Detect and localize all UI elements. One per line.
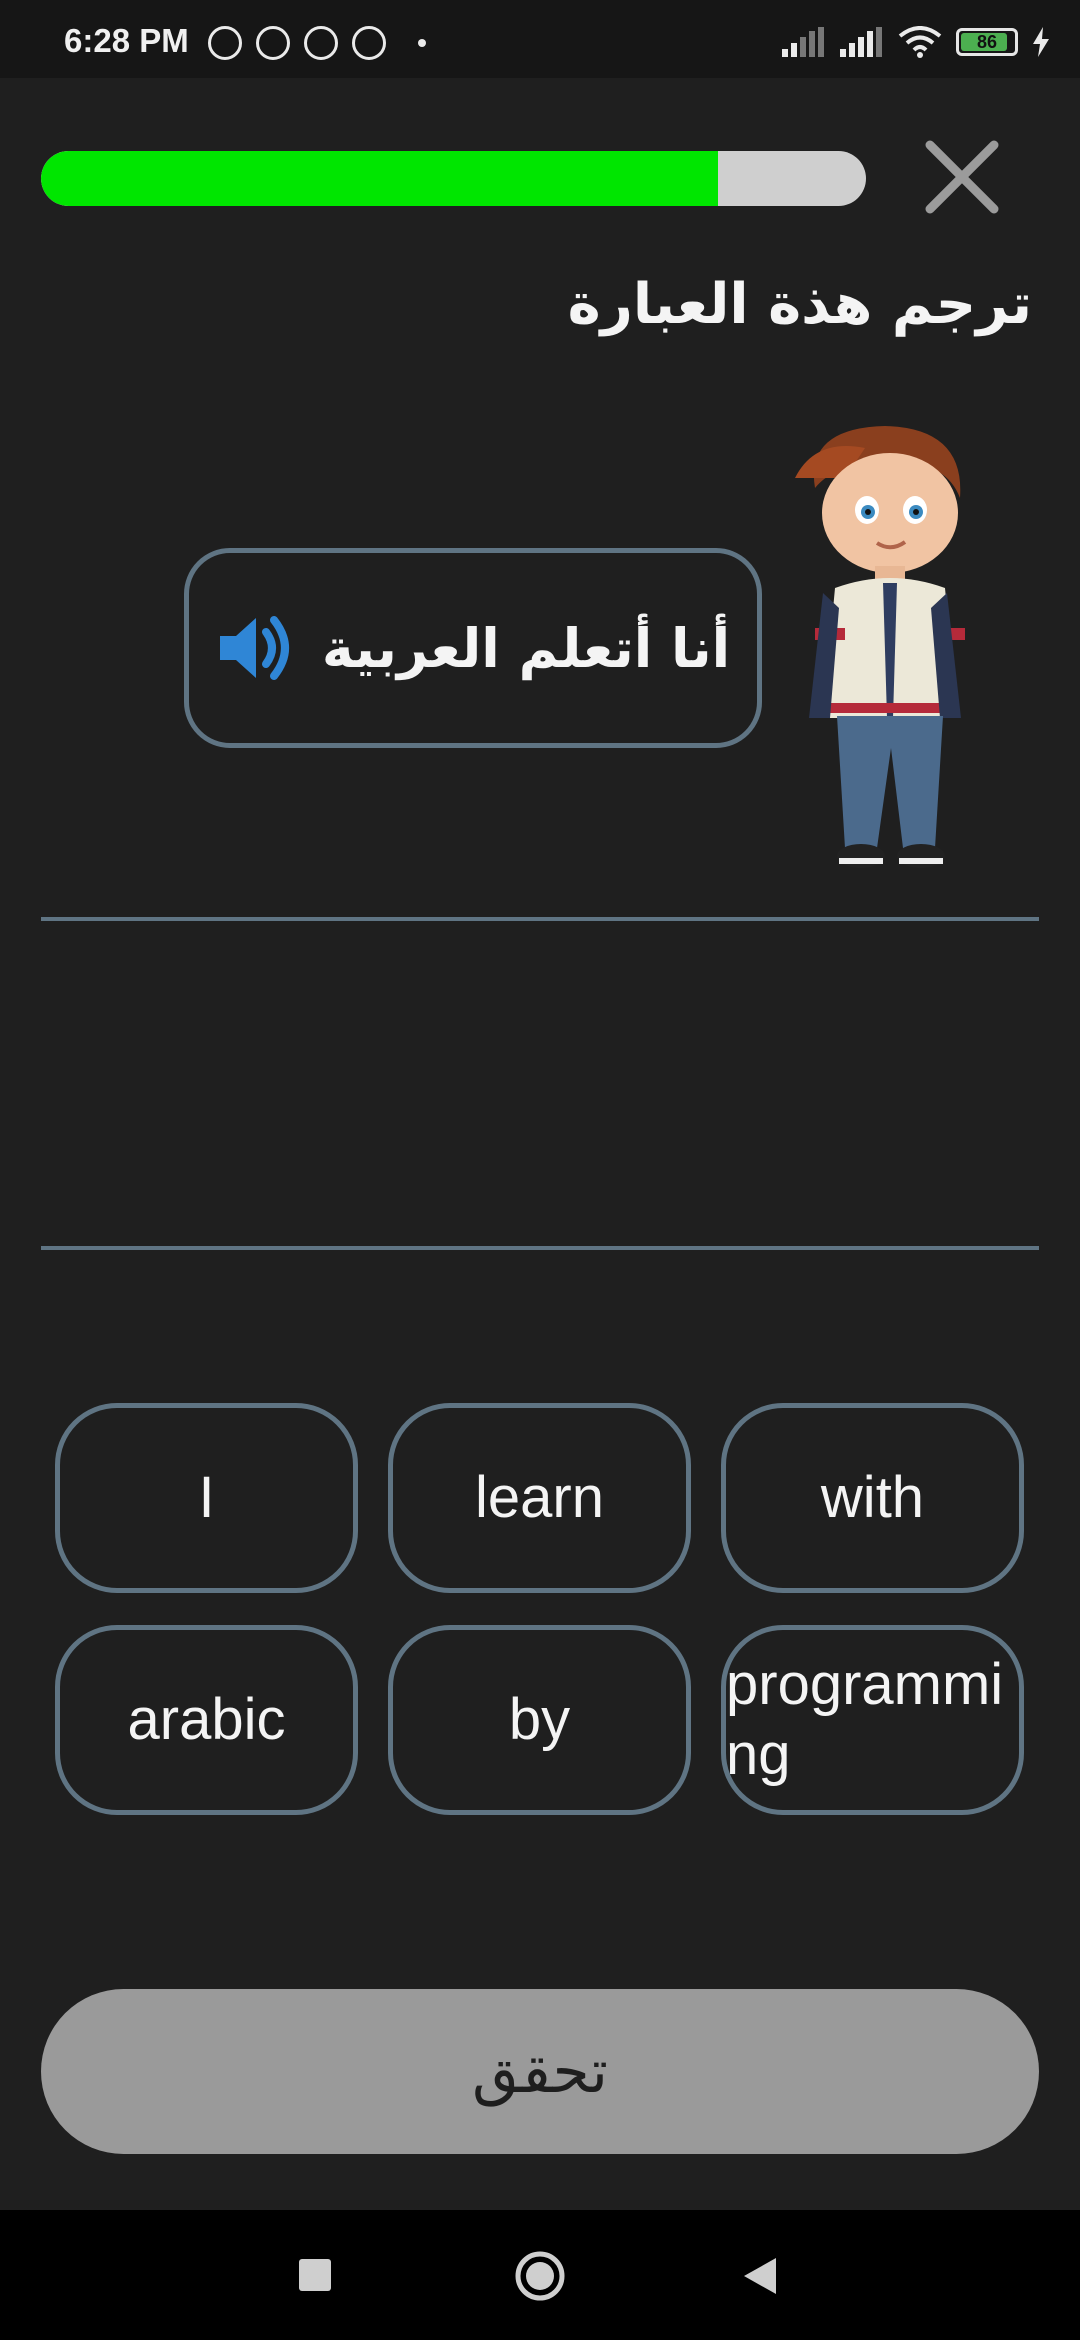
recents-icon[interactable] — [298, 2258, 332, 2292]
check-button[interactable]: تحقق — [41, 1989, 1039, 2154]
navigation-bar — [0, 2210, 1080, 2340]
character-illustration — [795, 426, 965, 868]
prompt-title: ترجم هذة العبارة — [567, 272, 1032, 337]
status-system-icons: 86 — [782, 26, 1050, 58]
back-icon[interactable] — [742, 2256, 778, 2296]
answer-drop-area[interactable] — [41, 921, 1039, 1246]
phrase-card: أنا أتعلم العربية — [184, 548, 762, 748]
status-bar: 6:28 PM 86 — [0, 0, 1080, 78]
whatsapp-icon — [256, 26, 290, 60]
battery-level: 86 — [976, 31, 998, 52]
status-notification-icons — [208, 26, 426, 60]
answer-area-bottom-divider — [41, 1246, 1039, 1250]
lesson-progress-bar — [41, 151, 866, 206]
notification-icon — [352, 26, 386, 60]
word-chip[interactable]: arabic — [55, 1625, 358, 1815]
word-chip[interactable]: by — [388, 1625, 691, 1815]
close-icon[interactable] — [920, 135, 1004, 219]
word-chip[interactable]: I — [55, 1403, 358, 1593]
signal-icon — [782, 27, 824, 57]
lesson-progress-fill — [41, 151, 718, 206]
notification-icon — [304, 26, 338, 60]
charging-icon — [1033, 27, 1049, 57]
word-chip[interactable]: with — [721, 1403, 1024, 1593]
word-chip[interactable]: programming — [721, 1625, 1024, 1815]
signal-icon — [840, 27, 882, 57]
speaker-icon[interactable] — [216, 606, 300, 690]
word-chip[interactable]: learn — [388, 1403, 691, 1593]
status-time: 6:28 PM — [64, 22, 189, 59]
home-icon[interactable] — [514, 2250, 566, 2302]
wifi-icon — [898, 26, 942, 58]
battery-icon: 86 — [956, 28, 1018, 56]
dot-icon — [418, 39, 426, 47]
alarm-icon — [208, 26, 242, 60]
phrase-text: أنا أتعلم العربية — [321, 616, 731, 680]
